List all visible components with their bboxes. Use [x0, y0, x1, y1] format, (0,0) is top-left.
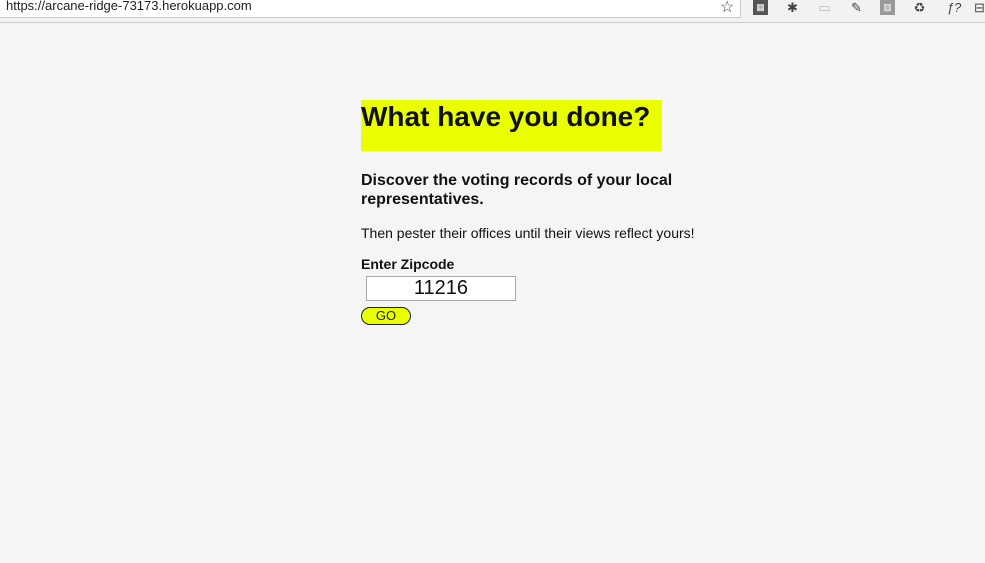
zipcode-label: Enter Zipcode — [361, 256, 455, 272]
address-bar[interactable]: https://arcane-ridge-73173.herokuapp.com… — [0, 0, 741, 18]
page-tagline: Then pester their offices until their vi… — [361, 225, 695, 241]
page-title: What have you done? — [361, 100, 663, 151]
go-button[interactable]: GO — [361, 307, 411, 325]
main-content: What have you done? Discover the voting … — [361, 100, 721, 325]
page-subtitle: Discover the voting records of your loca… — [361, 172, 673, 208]
qr-extension-icon[interactable]: ▦ — [753, 0, 768, 15]
tower-extension-icon[interactable]: ▥ — [880, 0, 895, 15]
eyedropper-extension-icon[interactable]: ✎ — [849, 0, 864, 15]
page-extension-icon[interactable]: ▭ — [817, 0, 832, 15]
url-text[interactable]: https://arcane-ridge-73173.herokuapp.com — [6, 0, 252, 13]
recycle-extension-icon[interactable]: ♻ — [912, 0, 927, 15]
bug-extension-icon[interactable]: ✱ — [785, 0, 800, 15]
star-icon[interactable]: ☆ — [720, 0, 734, 17]
function-extension-icon[interactable]: ƒ? — [944, 0, 964, 15]
menu-extension-icon[interactable]: ⊟ — [974, 0, 985, 15]
zipcode-input[interactable] — [366, 276, 516, 301]
browser-toolbar: https://arcane-ridge-73173.herokuapp.com… — [0, 0, 985, 23]
zip-form: Enter Zipcode GO — [361, 256, 721, 325]
